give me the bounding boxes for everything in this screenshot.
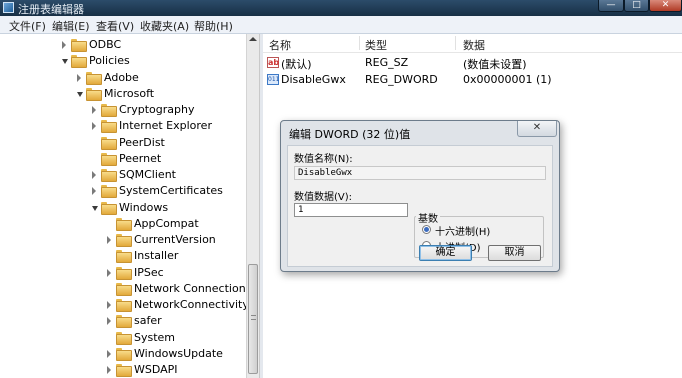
tree-node-label: Cryptography xyxy=(119,103,195,116)
folder-icon xyxy=(101,104,117,117)
value-name: DisableGwx xyxy=(281,73,346,86)
folder-icon xyxy=(116,347,132,361)
title-bar: 注册表编辑器 — □ ✕ xyxy=(0,0,682,16)
folder-icon xyxy=(101,201,117,215)
tree-node-label: Policies xyxy=(89,54,130,68)
folder-icon xyxy=(101,152,117,166)
cancel-button[interactable]: 取消 xyxy=(488,245,541,261)
collapsed-arrow-icon[interactable] xyxy=(107,268,111,277)
tree-node-label: safer xyxy=(134,314,162,328)
folder-icon xyxy=(116,250,132,264)
radio-hex-label[interactable]: 十六进制(H) xyxy=(435,223,490,238)
collapsed-arrow-icon[interactable] xyxy=(107,349,111,358)
value-name: (默认) xyxy=(281,58,312,71)
edit-dword-dialog: 编辑 DWORD (32 位)值 ✕ 数值名称(N): DisableGwx 数… xyxy=(280,120,560,272)
collapsed-arrow-icon[interactable] xyxy=(92,187,96,196)
string-value-icon: ab xyxy=(267,57,280,68)
menu-bar: 文件(F) 编辑(E) 查看(V) 收藏夹(A) 帮助(H) xyxy=(0,16,682,34)
folder-icon xyxy=(116,299,132,312)
folder-icon xyxy=(116,282,132,296)
menu-file[interactable]: 文件(F) xyxy=(9,18,46,34)
expanded-arrow-icon[interactable] xyxy=(62,59,68,65)
value-name-label: 数值名称(N): xyxy=(294,154,353,165)
column-separator[interactable] xyxy=(359,36,360,50)
tree-node-label: Network Connections xyxy=(134,281,246,295)
folder-icon xyxy=(116,266,132,280)
folder-icon xyxy=(116,315,132,329)
header-divider xyxy=(263,52,682,53)
collapsed-arrow-icon[interactable] xyxy=(92,122,96,131)
expanded-arrow-icon[interactable] xyxy=(77,91,83,97)
ok-button[interactable]: 确定 xyxy=(419,245,472,261)
window-title: 注册表编辑器 xyxy=(18,3,84,16)
tree-node-label: Internet Explorer xyxy=(119,119,212,133)
value-data: 0x00000001 (1) xyxy=(463,73,552,86)
folder-icon xyxy=(71,55,87,69)
folder-icon xyxy=(116,331,132,345)
value-type: REG_DWORD xyxy=(365,73,438,86)
tree-node-label: PeerDist xyxy=(119,135,165,149)
menu-favorites[interactable]: 收藏夹(A) xyxy=(140,18,189,34)
collapsed-arrow-icon[interactable] xyxy=(107,301,111,309)
maximize-button[interactable]: □ xyxy=(624,0,649,12)
dialog-close-button[interactable]: ✕ xyxy=(517,121,557,137)
menu-help[interactable]: 帮助(H) xyxy=(194,18,233,34)
folder-icon xyxy=(86,87,102,101)
column-data[interactable]: 数据 xyxy=(463,37,485,53)
folder-icon xyxy=(116,234,132,247)
column-separator[interactable] xyxy=(455,36,456,50)
registry-app-icon xyxy=(3,2,14,13)
tree-node-label: CurrentVersion xyxy=(134,233,216,246)
scroll-up-icon[interactable] xyxy=(249,37,257,41)
collapsed-arrow-icon[interactable] xyxy=(107,317,111,326)
collapsed-arrow-icon[interactable] xyxy=(107,366,111,374)
expanded-arrow-icon[interactable] xyxy=(92,205,98,211)
menu-view[interactable]: 查看(V) xyxy=(96,18,134,34)
radio-hex[interactable] xyxy=(422,225,431,234)
value-data-input[interactable]: 1 xyxy=(294,203,408,217)
tree-node-label: ODBC xyxy=(89,38,122,51)
tree-node-label: Microsoft xyxy=(104,86,155,100)
tree-node-label: Windows xyxy=(119,200,169,214)
tree-node-label: Adobe xyxy=(104,70,139,84)
tree-node-label: SystemCertificates xyxy=(119,184,223,198)
folder-icon xyxy=(101,185,117,199)
collapsed-arrow-icon[interactable] xyxy=(107,236,111,244)
grip-icon xyxy=(251,315,256,320)
tree-node-label: IPSec xyxy=(134,265,164,279)
folder-icon xyxy=(86,71,102,85)
tree-node-label: Peernet xyxy=(119,151,162,165)
scroll-thumb[interactable] xyxy=(248,264,258,374)
value-data-label: 数值数据(V): xyxy=(294,192,353,203)
folder-icon xyxy=(101,169,117,182)
close-button[interactable]: ✕ xyxy=(649,0,682,12)
tree-node-label: AppCompat xyxy=(134,216,199,230)
folder-icon xyxy=(71,39,87,52)
value-name-field: DisableGwx xyxy=(294,166,546,180)
tree-scrollbar[interactable] xyxy=(246,34,259,378)
collapsed-arrow-icon[interactable] xyxy=(92,106,96,114)
value-type: REG_SZ xyxy=(365,56,409,69)
column-name[interactable]: 名称 xyxy=(269,37,291,53)
tree-node-label: SQMClient xyxy=(119,168,176,181)
folder-icon xyxy=(101,136,117,150)
tree-node-label: System xyxy=(134,330,176,344)
binary-value-icon: 011 xyxy=(267,74,280,85)
folder-icon xyxy=(101,120,117,134)
value-data: (数值未设置) xyxy=(463,58,527,71)
folder-icon xyxy=(116,364,132,377)
minimize-button[interactable]: — xyxy=(598,0,624,12)
tree-node-label: WindowsUpdate xyxy=(134,346,223,360)
collapsed-arrow-icon[interactable] xyxy=(92,171,96,179)
collapsed-arrow-icon[interactable] xyxy=(62,41,66,49)
registry-tree[interactable]: ODBC Policies Adobe Microsoft Cryptography In… xyxy=(0,34,246,378)
tree-node-label: WSDAPI xyxy=(134,363,178,376)
collapsed-arrow-icon[interactable] xyxy=(77,73,81,82)
column-type[interactable]: 类型 xyxy=(365,37,387,53)
dialog-title: 编辑 DWORD (32 位)值 xyxy=(289,128,411,141)
tree-node-label: Installer xyxy=(134,249,179,263)
menu-edit[interactable]: 编辑(E) xyxy=(52,18,90,34)
tree-node-label: NetworkConnectivitySta xyxy=(134,298,246,311)
folder-icon xyxy=(116,217,132,231)
